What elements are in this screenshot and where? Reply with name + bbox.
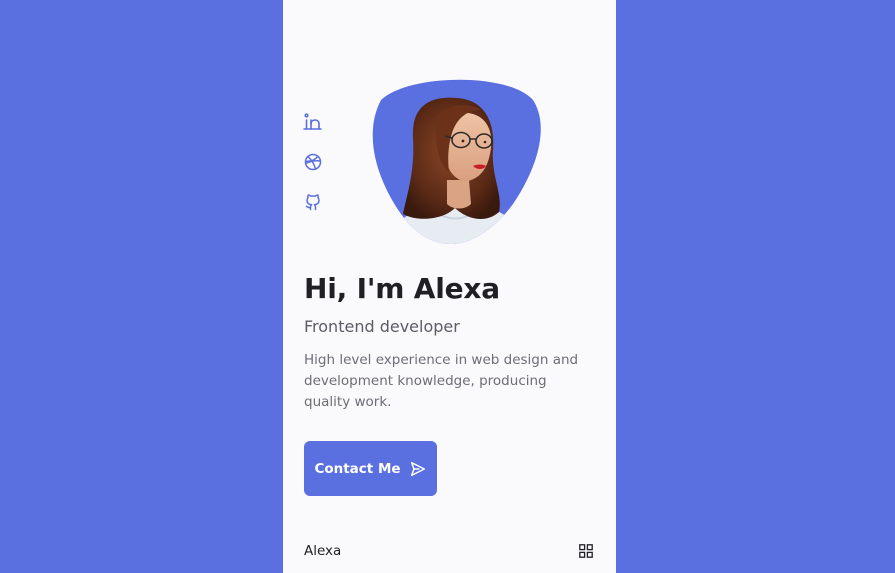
contact-button-label: Contact Me [314,460,401,477]
hero-subtitle: Frontend developer [304,317,460,336]
contact-me-button[interactable]: Contact Me [304,441,437,496]
hero-description: High level experience in web design and … [304,352,579,410]
linkedin-icon[interactable] [303,112,323,132]
portfolio-card: Hi, I'm Alexa Frontend developer High le… [283,0,616,573]
hero-title: Hi, I'm Alexa [304,272,500,305]
apps-grid-icon[interactable] [579,544,593,558]
github-icon[interactable] [303,192,323,212]
nav-logo[interactable]: Alexa [304,543,341,559]
send-icon [410,461,425,476]
profile-photo [363,76,545,246]
dribbble-icon[interactable] [303,152,323,172]
